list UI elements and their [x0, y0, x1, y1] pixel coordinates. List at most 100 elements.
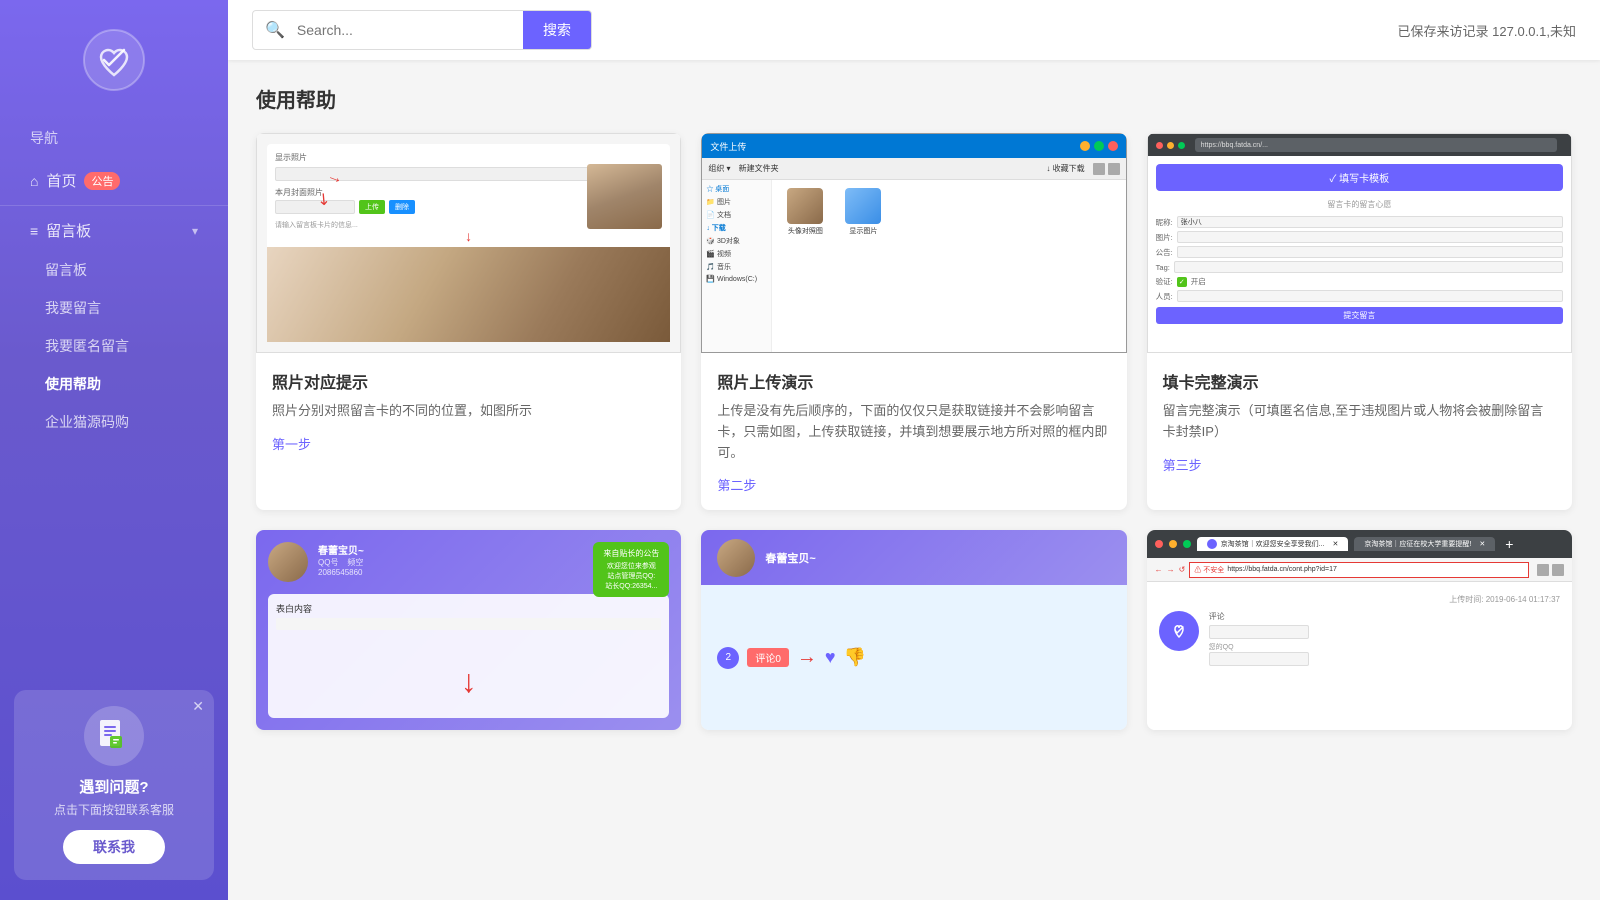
- fd-sidebar-item: 🎲 3D对象: [706, 236, 767, 246]
- bottom-card-browser-image: 京淘茶馆｜欢迎您安全享受我们... ✕ 京淘茶馆｜应征在校大学重要提醒! ✕ +…: [1147, 530, 1572, 730]
- home-badge: 公告: [84, 172, 120, 190]
- sidebar-logo: [74, 20, 154, 100]
- help-card-photo-tip-body: 照片对应提示 照片分别对照留言卡的不同的位置，如图所示 第一步: [256, 353, 681, 469]
- form-field-image: 图片:: [1156, 231, 1563, 243]
- commenter-qq-field: [1209, 652, 1309, 666]
- browser-more-icon: [1552, 564, 1564, 576]
- sidebar-nav-label: 导航: [0, 120, 228, 156]
- help-card-fill-form-image: https://bbq.fatda.cn/... ✓ 填写卡模板 留言卡的留言心…: [1147, 133, 1572, 353]
- help-card-photo-upload-title: 照片上传演示: [717, 369, 1110, 393]
- toolbar-download: ↓ 收藏下载: [1046, 163, 1084, 174]
- help-card-desc: 点击下面按钮联系客服: [54, 801, 174, 818]
- guestbook-demo-screenshot: 春蕾宝贝~ QQ号 频空 2086545860 来自贴长的公告 欢迎您位来参观站…: [256, 530, 681, 730]
- bottom-card-comment: 春蕾宝贝~ 2 评论0 → ♥ 👎: [701, 530, 1126, 730]
- form-field-nickname: 昵称: 张小八: [1156, 216, 1563, 228]
- sidebar-item-home[interactable]: ⌂ 首页 公告: [0, 160, 228, 201]
- sidebar-item-guestboard[interactable]: ≡ 留言板 ▾: [0, 210, 228, 251]
- form-field-tag: Tag:: [1156, 261, 1563, 273]
- bottom-cards-grid: 春蕾宝贝~ QQ号 频空 2086545860 来自贴长的公告 欢迎您位来参观站…: [256, 530, 1572, 730]
- contact-button[interactable]: 联系我: [63, 830, 165, 864]
- help-card-fill-form-desc: 留言完整演示（可填匿名信息,至于违规图片或人物将会被删除留言卡封禁IP）: [1163, 401, 1556, 443]
- browser-bar: 京淘茶馆｜欢迎您安全享受我们... ✕ 京淘茶馆｜应征在校大学重要提醒! ✕ +: [1147, 530, 1572, 558]
- down-arrow-icon: ↓: [461, 663, 477, 700]
- form-subtitle: 留言卡的留言心愿: [1156, 199, 1563, 210]
- help-card-fill-form-title: 填卡完整演示: [1163, 369, 1556, 393]
- help-card-photo-tip-image: 显示照片 本月封面照片 上传 删除 请输入留言板卡片的信息...: [256, 133, 681, 353]
- content-area: 使用帮助 显示照片 本月封面照片: [228, 60, 1600, 900]
- bottom-card-comment-image: 春蕾宝贝~ 2 评论0 → ♥ 👎: [701, 530, 1126, 730]
- fd-sidebar-item: 📄 文档: [706, 210, 767, 220]
- form-field-person: 人员:: [1156, 290, 1563, 302]
- help-card-icon: [84, 706, 144, 766]
- help-card-photo-upload-desc: 上传是没有先后顺序的，下面的仅仅只是获取链接并不会影响留言卡，只需如图，上传获取…: [717, 401, 1110, 463]
- fd-sidebar-item: 📁 图片: [706, 197, 767, 207]
- comment-number: 2: [717, 647, 739, 669]
- sidebar-subitem-enterprise[interactable]: 企业猫源码购: [0, 403, 228, 441]
- file-dialog-title: 文件上传: [710, 140, 746, 153]
- browser-tab-1: 京淘茶馆｜欢迎您安全享受我们... ✕: [1197, 537, 1349, 551]
- sidebar-subitem-guestboard[interactable]: 留言板: [0, 251, 228, 289]
- header: 🔍 搜索 已保存来访记录 127.0.0.1,未知: [228, 0, 1600, 60]
- toolbar-newfolder: 新建文件夹: [739, 163, 779, 174]
- sidebar-subitem-anonymous[interactable]: 我要匿名留言: [0, 327, 228, 365]
- file-dialog-main: 头像对照图 显示图片: [772, 180, 1125, 352]
- file-dialog-sidebar: ☆ 桌面 📁 图片 📄 文档 ↓ 下载 🎲 3D对象 🎬 视频 🎵 音乐 💾 W…: [702, 180, 772, 352]
- sidebar-subitem-post[interactable]: 我要留言: [0, 289, 228, 327]
- form-field-pub: 公告:: [1156, 246, 1563, 258]
- bottom-card-browser: 京淘茶馆｜欢迎您安全享受我们... ✕ 京淘茶馆｜应征在校大学重要提醒! ✕ +…: [1147, 530, 1572, 730]
- comment-dislike-icon: 👎: [844, 647, 866, 668]
- comment-name: 春蕾宝贝~: [765, 550, 815, 566]
- help-cards-grid: 显示照片 本月封面照片 上传 删除 请输入留言板卡片的信息...: [256, 133, 1572, 510]
- content-time: 上传时间: 2019-06-14 01:17:37: [1159, 594, 1560, 605]
- help-card-photo-tip-step[interactable]: 第一步: [272, 434, 665, 453]
- file-dialog-body: ☆ 桌面 📁 图片 📄 文档 ↓ 下载 🎲 3D对象 🎬 视频 🎵 音乐 💾 W…: [702, 180, 1125, 352]
- help-card-photo-upload-step[interactable]: 第二步: [717, 475, 1110, 494]
- gb-qq-num: 2086545860: [318, 568, 364, 577]
- gb-content-label: 表白内容: [276, 602, 661, 615]
- fd-sidebar-download: ↓ 下载: [706, 223, 767, 233]
- toolbar-org: 组织 ▾: [708, 163, 730, 174]
- form-field-check: 验证: ✓ 开启: [1156, 276, 1563, 287]
- bottom-card-guestbook: 春蕾宝贝~ QQ号 频空 2086545860 来自贴长的公告 欢迎您位来参观站…: [256, 530, 681, 730]
- help-card-title: 遇到问题?: [79, 776, 148, 797]
- search-box: 🔍 搜索: [252, 10, 592, 50]
- help-card-fill-form-step[interactable]: 第三步: [1163, 455, 1556, 474]
- gb-admin-content: 欢迎您位来参观站点管理员QQ:站长QQ:26354...: [603, 561, 659, 591]
- browser-screenshot: 京淘茶馆｜欢迎您安全享受我们... ✕ 京淘茶馆｜应征在校大学重要提醒! ✕ +…: [1147, 530, 1572, 730]
- help-card-fill-form: https://bbq.fatda.cn/... ✓ 填写卡模板 留言卡的留言心…: [1147, 133, 1572, 510]
- comment-heart-icon: ♥: [825, 647, 836, 668]
- ssl-warning-icon: ⚠ 不安全: [1194, 565, 1224, 575]
- fd-sidebar-item: 💾 Windows(C:): [706, 275, 767, 283]
- sidebar-submenu: 留言板 我要留言 我要匿名留言 使用帮助 企业猫源码购: [0, 251, 228, 441]
- new-tab-icon: +: [1505, 536, 1513, 552]
- gb-name: 春蕾宝贝~: [318, 542, 364, 557]
- gb-qq: QQ号 频空: [318, 557, 364, 568]
- help-card-photo-tip: 显示照片 本月封面照片 上传 删除 请输入留言板卡片的信息...: [256, 133, 681, 510]
- file-dialog-screenshot: 文件上传 组织 ▾ 新建文件夹 ↓ 收藏下载: [701, 133, 1126, 353]
- help-card-close-button[interactable]: ✕: [192, 698, 204, 715]
- page-title: 使用帮助: [256, 84, 1572, 113]
- help-card-fill-form-body: 填卡完整演示 留言完整演示（可填匿名信息,至于违规图片或人物将会被删除留言卡封禁…: [1147, 353, 1572, 490]
- fd-image-2-label: 显示图片: [818, 226, 908, 236]
- nav-forward-icon: →: [1167, 565, 1175, 574]
- file-dialog-titlebar: 文件上传: [702, 134, 1125, 158]
- nav-reload-icon: ↺: [1179, 565, 1186, 574]
- gb-content-input: [276, 618, 661, 630]
- browser-tab-2: 京淘茶馆｜应征在校大学重要提醒! ✕: [1354, 537, 1495, 551]
- help-card-photo-upload: 文件上传 组织 ▾ 新建文件夹 ↓ 收藏下载: [701, 133, 1126, 510]
- gb-card-top: 春蕾宝贝~ QQ号 频空 2086545860 来自贴长的公告 欢迎您位来参观站…: [256, 530, 681, 594]
- gb-avatar: [268, 542, 308, 582]
- help-card-photo-tip-desc: 照片分别对照留言卡的不同的位置，如图所示: [272, 401, 665, 422]
- sidebar-subitem-help[interactable]: 使用帮助: [0, 365, 228, 403]
- list-icon: ≡: [30, 223, 38, 239]
- form-submit-btn: 提交留言: [1156, 307, 1563, 324]
- fd-sidebar-item: 🎬 视频: [706, 249, 767, 259]
- sidebar: 导航 ⌂ 首页 公告 ≡ 留言板 ▾ 留言板 我要留言 我要匿名留言 使用帮助 …: [0, 0, 228, 900]
- nav-back-icon: ←: [1155, 565, 1163, 574]
- help-card-photo-upload-image: 文件上传 组织 ▾ 新建文件夹 ↓ 收藏下载: [701, 133, 1126, 353]
- search-input[interactable]: [297, 14, 523, 46]
- search-button[interactable]: 搜索: [523, 11, 591, 49]
- commenter-qq-label: 您的QQ: [1209, 642, 1309, 652]
- fd-sidebar-item: 🎵 音乐: [706, 262, 767, 272]
- expand-arrow-icon: ▾: [192, 224, 198, 238]
